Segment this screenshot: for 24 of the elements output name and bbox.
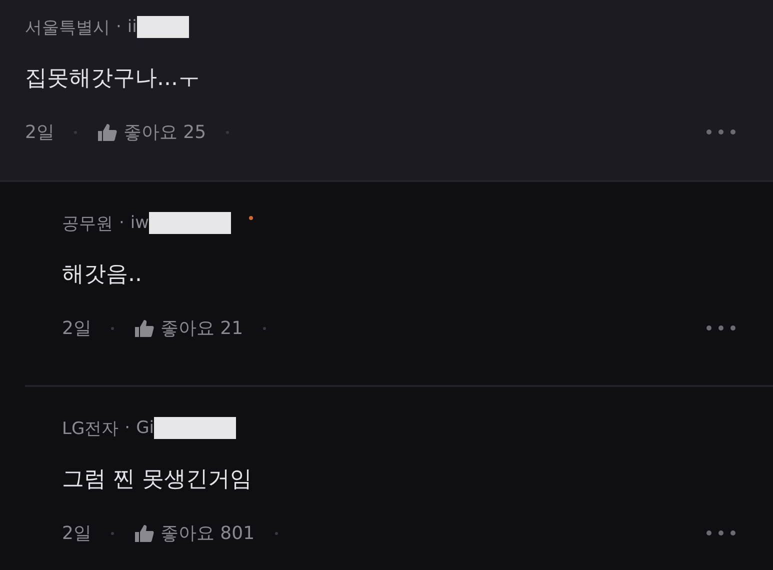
comment-text: 해갓음.. (62, 261, 143, 289)
like-button[interactable]: 좋아요 25 (97, 120, 206, 144)
username[interactable]: iw (130, 213, 150, 233)
separator-dot: · (124, 418, 130, 438)
separator-dot: · (116, 17, 122, 37)
comment-age: 2일 (62, 522, 92, 545)
more-options-icon[interactable] (706, 530, 736, 536)
separator-dot: · (119, 213, 124, 233)
more-options-icon[interactable] (706, 325, 736, 331)
company-name: 공무원 (62, 212, 113, 234)
thumbs-up-icon (134, 524, 154, 542)
more-options-icon[interactable] (706, 129, 736, 135)
thumbs-up-icon (97, 123, 118, 141)
username[interactable]: ii (127, 17, 137, 37)
comment-age: 2일 (25, 121, 54, 144)
comment-text: 그럼 찐 못생긴거임 (62, 466, 253, 494)
like-button[interactable]: 좋아요 801 (134, 521, 255, 545)
thumbs-up-icon (134, 319, 154, 337)
username[interactable]: Gi (136, 418, 154, 438)
company-name: 서울특별시 (25, 16, 110, 38)
company-name: LG전자 (62, 418, 119, 440)
comment-age: 2일 (62, 317, 92, 340)
like-button[interactable]: 좋아요 21 (134, 316, 244, 340)
comment-text: 집못해갓구나...ㅜ (25, 65, 201, 93)
